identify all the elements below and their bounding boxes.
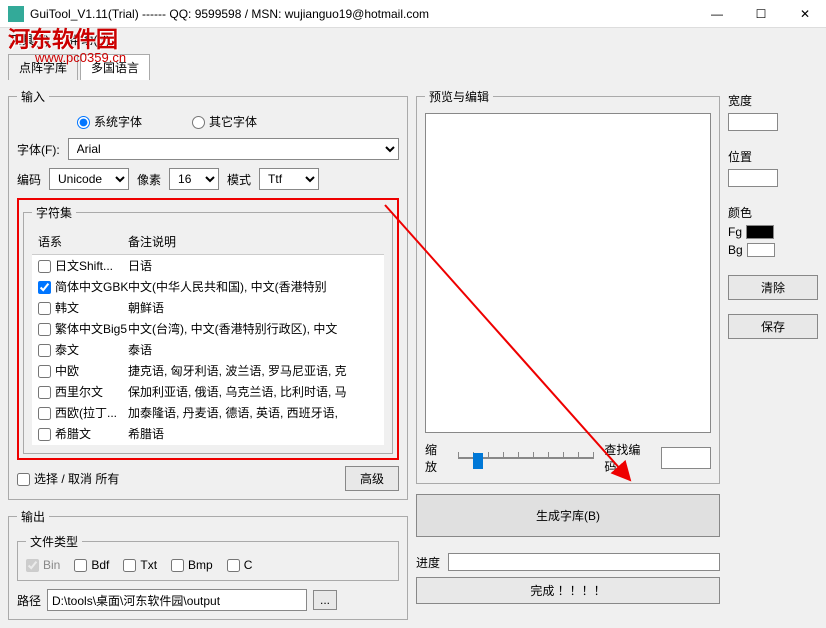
radio-system-font[interactable]: 系统字体 xyxy=(77,113,142,130)
bg-label: Bg xyxy=(728,243,743,257)
preview-canvas[interactable] xyxy=(425,113,711,433)
app-icon xyxy=(8,6,24,22)
zoom-label: 缩放 xyxy=(425,441,448,475)
minimize-button[interactable]: — xyxy=(704,7,730,21)
path-input[interactable] xyxy=(47,589,307,611)
filetype-bmp[interactable]: Bmp xyxy=(171,558,213,572)
path-label: 路径 xyxy=(17,592,41,609)
charset-col-desc: 备注说明 xyxy=(128,233,176,250)
fg-label: Fg xyxy=(728,225,742,239)
mode-select[interactable]: Ttf xyxy=(259,168,319,190)
advanced-button[interactable]: 高级 xyxy=(345,466,399,491)
charset-highlight-box: 字符集 语系 备注说明 日文Shift...日语简体中文GBK中文(中华人民共和… xyxy=(17,198,399,460)
preview-legend: 预览与编辑 xyxy=(425,88,493,105)
fg-swatch[interactable] xyxy=(746,225,774,239)
filetype-c[interactable]: C xyxy=(227,558,253,572)
position-label: 位置 xyxy=(728,148,818,165)
charset-row[interactable]: 西欧(拉丁...加泰隆语, 丹麦语, 德语, 英语, 西班牙语, xyxy=(32,402,384,423)
progress-label: 进度 xyxy=(416,554,440,571)
charset-row[interactable]: 中欧捷克语, 匈牙利语, 波兰语, 罗马尼亚语, 克 xyxy=(32,360,384,381)
charset-row[interactable]: 泰文泰语 xyxy=(32,339,384,360)
encoding-label: 编码 xyxy=(17,171,41,188)
charset-row[interactable]: 土耳其文土耳其语, 阿塞拜疆语, 乌兹别克语 xyxy=(32,444,384,445)
done-status: 完成 ！！！！ xyxy=(416,577,720,604)
charset-group: 字符集 语系 备注说明 日文Shift...日语简体中文GBK中文(中华人民共和… xyxy=(23,204,393,454)
font-label: 字体(F): xyxy=(17,141,60,158)
charset-row[interactable]: 日文Shift...日语 xyxy=(32,255,384,276)
input-group: 输入 系统字体 其它字体 字体(F): Arial 编码 Unicode 像素 … xyxy=(8,88,408,500)
find-encoding-input[interactable] xyxy=(661,447,711,469)
charset-row[interactable]: 希腊文希腊语 xyxy=(32,423,384,444)
width-value-box[interactable] xyxy=(728,113,778,131)
encoding-select[interactable]: Unicode xyxy=(49,168,129,190)
filetype-txt[interactable]: Txt xyxy=(123,558,157,572)
menu-tools[interactable]: 工具(T) xyxy=(10,31,49,48)
bg-swatch[interactable] xyxy=(747,243,775,257)
charset-row[interactable]: 繁体中文Big5中文(台湾), 中文(香港特别行政区), 中文 xyxy=(32,318,384,339)
charset-list[interactable]: 日文Shift...日语简体中文GBK中文(中华人民共和国), 中文(香港特别韩… xyxy=(32,255,384,445)
charset-col-lang: 语系 xyxy=(38,233,128,250)
mode-label: 模式 xyxy=(227,171,251,188)
pixel-select[interactable]: 16 xyxy=(169,168,219,190)
pixel-label: 像素 xyxy=(137,171,161,188)
filetype-legend: 文件类型 xyxy=(26,533,82,550)
clear-button[interactable]: 清除 xyxy=(728,275,818,300)
tab-bitmap-font[interactable]: 点阵字库 xyxy=(8,54,78,80)
find-encoding-label: 查找编码 xyxy=(604,441,651,475)
menu-help[interactable]: 帮助(H) xyxy=(69,31,110,48)
output-legend: 输出 xyxy=(17,508,49,525)
close-button[interactable]: ✕ xyxy=(792,7,818,21)
charset-legend: 字符集 xyxy=(32,204,76,221)
input-legend: 输入 xyxy=(17,88,49,105)
progress-bar xyxy=(448,553,720,571)
width-label: 宽度 xyxy=(728,92,818,109)
save-button[interactable]: 保存 xyxy=(728,314,818,339)
tab-multilang[interactable]: 多国语言 xyxy=(80,54,150,80)
color-label: 颜色 xyxy=(728,204,818,221)
select-all-checkbox[interactable]: 选择 / 取消 所有 xyxy=(17,470,119,487)
output-group: 输出 文件类型 Bin Bdf Txt Bmp C 路径 ... xyxy=(8,508,408,620)
browse-button[interactable]: ... xyxy=(313,590,337,610)
filetype-bin[interactable]: Bin xyxy=(26,558,60,572)
filetype-group: 文件类型 Bin Bdf Txt Bmp C xyxy=(17,533,399,581)
maximize-button[interactable]: ☐ xyxy=(748,7,774,21)
window-title: GuiTool_V1.11(Trial) ------ QQ: 9599598 … xyxy=(30,7,704,21)
charset-row[interactable]: 简体中文GBK中文(中华人民共和国), 中文(香港特别 xyxy=(32,276,384,297)
zoom-slider[interactable] xyxy=(458,448,594,468)
preview-group: 预览与编辑 缩放 查找编码 xyxy=(416,88,720,484)
font-select[interactable]: Arial xyxy=(68,138,399,160)
position-value-box[interactable] xyxy=(728,169,778,187)
charset-row[interactable]: 西里尔文保加利亚语, 俄语, 乌克兰语, 比利时语, 马 xyxy=(32,381,384,402)
radio-other-font[interactable]: 其它字体 xyxy=(192,113,257,130)
generate-button[interactable]: 生成字库(B) xyxy=(416,494,720,537)
charset-row[interactable]: 韩文朝鲜语 xyxy=(32,297,384,318)
filetype-bdf[interactable]: Bdf xyxy=(74,558,109,572)
